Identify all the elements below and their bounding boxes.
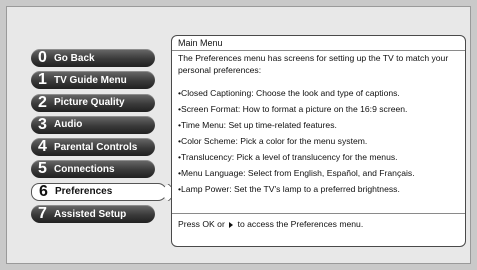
menu-item-label: Parental Controls: [54, 141, 138, 153]
menu-item-number: 1: [38, 71, 47, 89]
bullet-lamp-power: •Lamp Power: Set the TV's lamp to a pref…: [178, 184, 400, 194]
menu-item-assisted-setup[interactable]: 7 Assisted Setup: [31, 205, 155, 224]
menu-item-label: Preferences: [55, 186, 113, 198]
bullet-color-scheme: •Color Scheme: Pick a color for the menu…: [178, 136, 368, 146]
bullet-closed-captioning: •Closed Captioning: Choose the look and …: [178, 88, 400, 98]
main-menu-list: 0 Go Back 1 TV Guide Menu 2 Picture Qual…: [31, 49, 167, 227]
bullet-menu-language: •Menu Language: Select from English, Esp…: [178, 168, 415, 178]
footer-text-after: to access the Preferences menu.: [237, 219, 364, 229]
menu-item-number: 2: [38, 93, 47, 111]
menu-item-go-back[interactable]: 0 Go Back: [31, 49, 155, 67]
menu-item-label: Picture Quality: [54, 97, 125, 109]
panel-body: The Preferences menu has screens for set…: [172, 51, 465, 214]
right-arrow-icon: [229, 221, 234, 228]
panel-intro-text: The Preferences menu has screens for set…: [178, 53, 449, 75]
bullet-screen-format: •Screen Format: How to format a picture …: [178, 104, 408, 114]
menu-item-number: 5: [38, 160, 47, 178]
panel-title: Main Menu: [172, 36, 465, 51]
menu-item-label: Assisted Setup: [54, 208, 127, 220]
footer-text-before: Press OK or: [178, 219, 225, 229]
menu-item-tv-guide-menu[interactable]: 1 TV Guide Menu: [31, 71, 155, 90]
menu-item-number: 3: [38, 115, 47, 133]
menu-item-label: TV Guide Menu: [54, 74, 127, 86]
menu-item-label: Connections: [54, 163, 115, 175]
menu-item-label: Audio: [54, 119, 83, 131]
tv-screen: 0 Go Back 1 TV Guide Menu 2 Picture Qual…: [6, 6, 471, 264]
menu-item-number: 6: [39, 182, 48, 200]
menu-item-audio[interactable]: 3 Audio: [31, 115, 155, 134]
bullet-translucency: •Translucency: Pick a level of transluce…: [178, 152, 398, 162]
bullet-time-menu: •Time Menu: Set up time-related features…: [178, 120, 337, 130]
menu-item-number: 7: [38, 205, 47, 223]
menu-item-picture-quality[interactable]: 2 Picture Quality: [31, 93, 155, 112]
menu-item-connections[interactable]: 5 Connections: [31, 160, 155, 179]
menu-item-number: 0: [38, 49, 47, 66]
info-panel: Main Menu The Preferences menu has scree…: [171, 35, 466, 247]
menu-item-preferences[interactable]: 6 Preferences: [31, 182, 167, 201]
menu-item-parental-controls[interactable]: 4 Parental Controls: [31, 138, 155, 157]
menu-item-number: 4: [38, 138, 47, 156]
panel-footer: Press OK or to access the Preferences me…: [172, 214, 465, 234]
menu-item-label: Go Back: [54, 52, 95, 64]
